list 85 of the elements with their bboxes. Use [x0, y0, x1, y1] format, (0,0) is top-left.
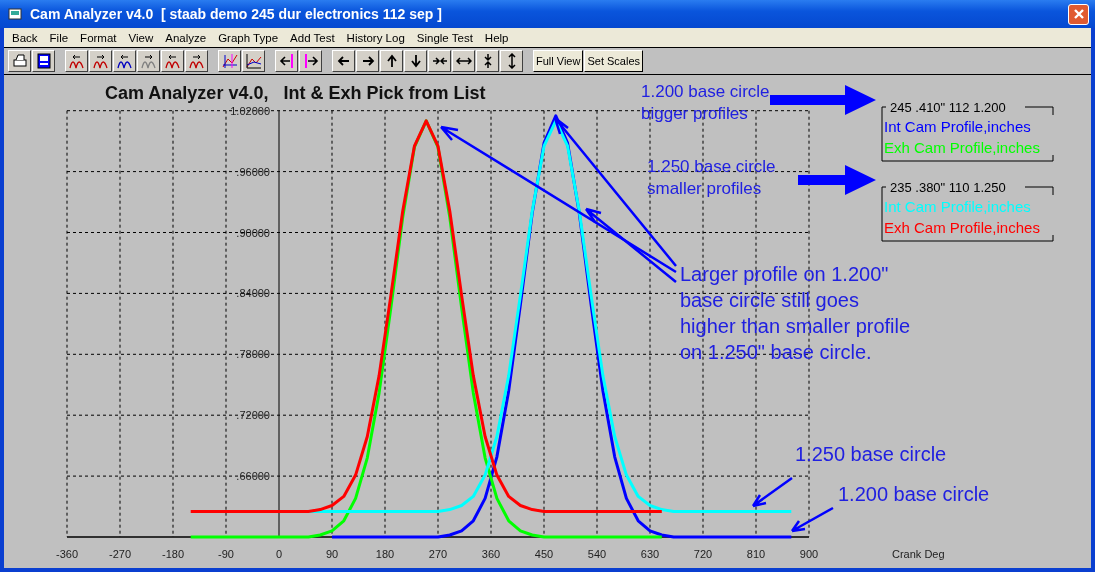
x-tick-label: -270: [109, 548, 131, 560]
annotation-text: 1.250 base circle smaller profiles: [647, 157, 776, 198]
y-tick-label: .84000: [236, 287, 270, 300]
y-tick-label: .72000: [236, 409, 270, 422]
menu-item[interactable]: View: [122, 31, 160, 44]
axis-label: Crank Deg: [892, 548, 945, 560]
window-icon: [8, 8, 22, 20]
y-tick-label: .78000: [236, 348, 270, 361]
leader-arrow: [790, 506, 835, 533]
toolbar-button[interactable]: [332, 50, 355, 72]
chart-icon: [245, 53, 262, 69]
y-tick-label: 1.02000: [230, 104, 270, 117]
toolbar-button[interactable]: [137, 50, 160, 72]
menu-item[interactable]: Graph Type: [212, 31, 285, 44]
toolbar-button[interactable]: [500, 50, 523, 72]
toolbar-button[interactable]: [89, 50, 112, 72]
x-tick-label: 270: [428, 548, 448, 560]
menu-item[interactable]: File: [43, 31, 75, 44]
toolbar-button[interactable]: [65, 50, 88, 72]
monitor-icon: [35, 53, 52, 69]
window-title: Cam Analyzer v4.0 [ staab demo 245 dur electronics 112 sep ]: [30, 6, 443, 22]
curve-icon: [188, 53, 205, 69]
legend-entry: Exh Cam Profile,inches: [884, 139, 1040, 156]
x-tick-label: -180: [162, 548, 184, 560]
menu-item[interactable]: History Log: [340, 31, 411, 44]
toolbar-button[interactable]: [299, 50, 322, 72]
annotation-text: 1.250 base circle: [795, 443, 947, 465]
y-tick-label: .96000: [236, 165, 270, 178]
bar-arrow-icon: [302, 53, 319, 69]
x-tick-label: 360: [481, 548, 501, 560]
legend-title: 245 .410" 112 1.200: [890, 100, 1006, 115]
toolbar-button[interactable]: [218, 50, 241, 72]
toolbar-button[interactable]: [161, 50, 184, 72]
toolbar-button[interactable]: [404, 50, 427, 72]
curve-icon: [92, 53, 109, 69]
bar-arrow-icon: [278, 53, 295, 69]
annotation-text: 1.200 base circle: [838, 483, 990, 505]
curve-icon: [140, 53, 157, 69]
annotation-text: 1.200 base circle bigger profiles: [641, 82, 770, 123]
menu-item[interactable]: Analyze: [159, 31, 213, 44]
toolbar-button[interactable]: [380, 50, 403, 72]
x-tick-label: 90: [325, 548, 339, 560]
chart-title: Cam Analyzer v4.0, Int & Exh Pick from List: [105, 83, 486, 103]
legend-entry: Int Cam Profile,inches: [884, 198, 1031, 215]
toolbar-button[interactable]: [275, 50, 298, 72]
curve-icon: [68, 53, 85, 69]
x-tick-label: 450: [534, 548, 554, 560]
menu-item[interactable]: Back: [6, 31, 44, 44]
x-tick-label: 180: [375, 548, 395, 560]
legend-title: 235 .380" 110 1.250: [890, 180, 1006, 195]
x-tick-label: 0: [275, 548, 283, 560]
x-tick-label: -360: [56, 548, 78, 560]
x-tick-label: 540: [587, 548, 607, 560]
legend-entry: Int Cam Profile,inches: [884, 118, 1031, 135]
printer-icon: [11, 53, 28, 69]
toolbar-button[interactable]: [242, 50, 265, 72]
toolbar-button[interactable]: [452, 50, 475, 72]
menu-item[interactable]: Add Test: [284, 31, 341, 44]
menu-item[interactable]: Single Test: [410, 31, 479, 44]
x-tick-label: 630: [640, 548, 660, 560]
close-icon: [1072, 8, 1085, 20]
y-tick-label: .90000: [236, 226, 270, 239]
chart-icon: [221, 53, 238, 69]
menu-item[interactable]: Help: [478, 31, 515, 44]
annotation-text: Larger profile on 1.200" base circle still goes higher than smaller profile on 1.250" base circle.: [680, 263, 911, 363]
toolbar-button[interactable]: [32, 50, 55, 72]
toolbar-button[interactable]: Full View: [533, 50, 584, 72]
toolbar-button[interactable]: [8, 50, 31, 72]
x-tick-label: 810: [746, 548, 766, 560]
curve-icon: [164, 53, 181, 69]
close-button[interactable]: [1068, 3, 1089, 25]
toolbar-button[interactable]: [113, 50, 136, 72]
x-tick-label: 900: [799, 548, 819, 560]
menu-item[interactable]: Format: [74, 31, 123, 44]
legend-entry: Exh Cam Profile,inches: [884, 219, 1040, 236]
curve-icon: [116, 53, 133, 69]
toolbar-button[interactable]: [185, 50, 208, 72]
toolbar-button[interactable]: Set Scales: [584, 50, 644, 72]
x-tick-label: -90: [218, 548, 234, 560]
leader-arrow: [751, 476, 794, 508]
toolbar-button[interactable]: [428, 50, 451, 72]
x-tick-label: 720: [693, 548, 713, 560]
y-tick-label: .66000: [236, 470, 270, 483]
toolbar-button[interactable]: [356, 50, 379, 72]
toolbar-button[interactable]: [476, 50, 499, 72]
